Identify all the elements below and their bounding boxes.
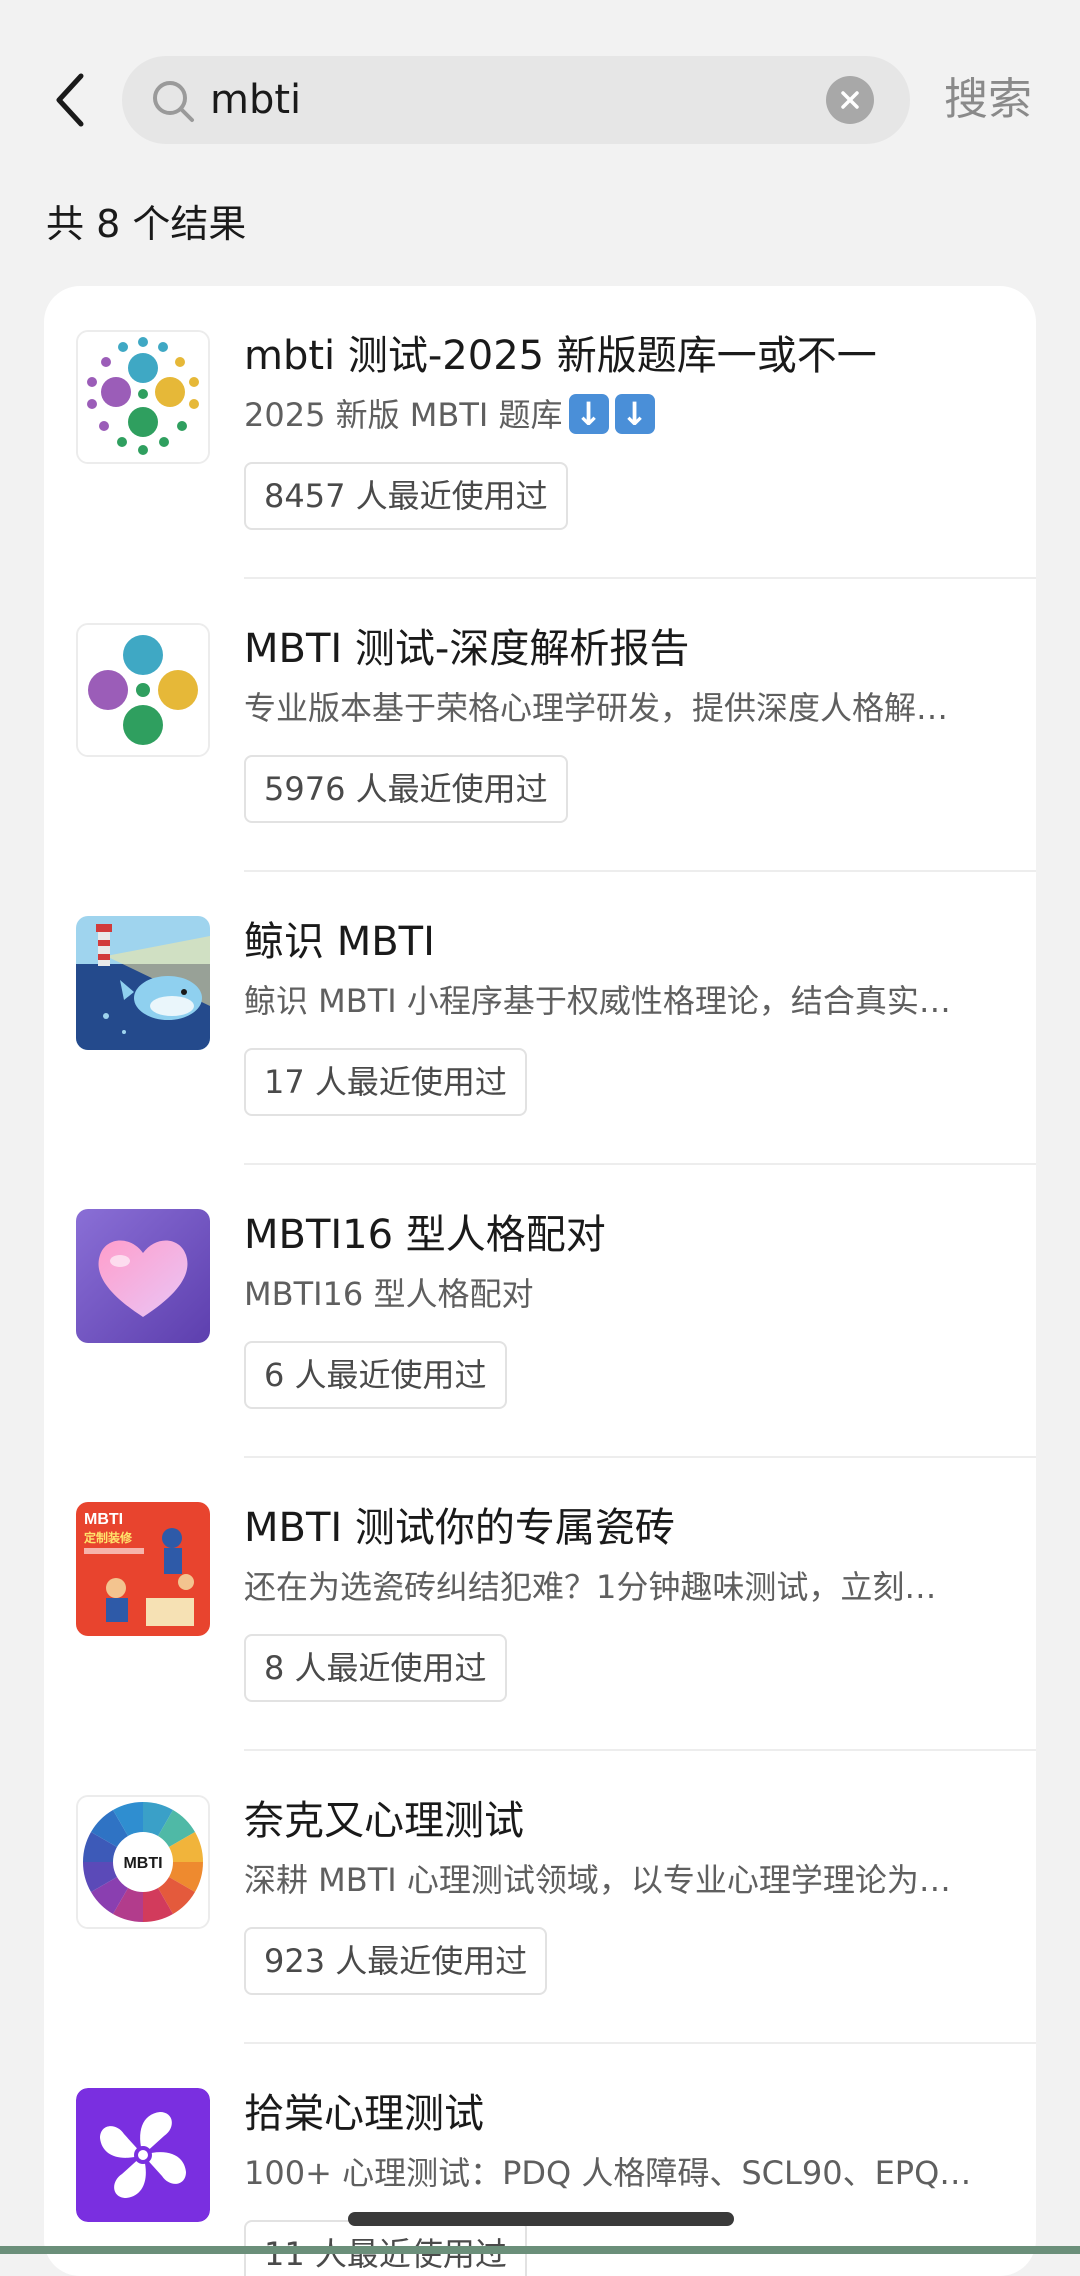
result-description: 深耕 MBTI 心理测试领域，以专业心理学理论为… bbox=[244, 1861, 951, 1899]
four-circles-icon bbox=[76, 623, 210, 757]
list-item[interactable]: 鲸识 MBTI 鲸识 MBTI 小程序基于权威性格理论，结合真实… 17 人最近… bbox=[44, 872, 1036, 1165]
clear-button[interactable] bbox=[826, 76, 874, 124]
search-icon bbox=[153, 81, 194, 122]
down-arrow-icon bbox=[614, 394, 655, 434]
result-title: MBTI16 型人格配对 bbox=[244, 1212, 606, 1258]
search-header: 搜索 bbox=[0, 0, 1080, 200]
results-list: mbti 测试-2025 新版题库一或不一 2025 新版 MBTI 题库 84… bbox=[44, 286, 1036, 2276]
result-title: 拾棠心理测试 bbox=[244, 2091, 484, 2137]
close-icon bbox=[841, 91, 859, 109]
usage-badge: 8457 人最近使用过 bbox=[244, 462, 568, 530]
list-item[interactable]: MBTI16 型人格配对 MBTI16 型人格配对 6 人最近使用过 bbox=[44, 1165, 1036, 1458]
result-title: MBTI 测试你的专属瓷砖 bbox=[244, 1505, 675, 1551]
poster-subtitle: 定制装修 bbox=[84, 1530, 133, 1545]
mbti-wheel-icon: MBTI bbox=[76, 1795, 210, 1929]
result-description: 100+ 心理测试：PDQ 人格障碍、SCL90、EPQ… bbox=[244, 2154, 972, 2192]
colorful-dots-icon bbox=[76, 330, 210, 464]
result-description: 还在为选瓷砖纠结犯难？1分钟趣味测试，立刻… bbox=[244, 1568, 937, 1606]
down-arrow-icon bbox=[568, 394, 609, 434]
result-count: 共 8 个结果 bbox=[46, 202, 247, 246]
pinwheel-icon bbox=[76, 2088, 210, 2222]
usage-badge: 6 人最近使用过 bbox=[244, 1341, 507, 1409]
result-description: 鲸识 MBTI 小程序基于权威性格理论，结合真实… bbox=[244, 982, 951, 1020]
home-indicator[interactable] bbox=[348, 2212, 734, 2226]
whale-lighthouse-icon bbox=[76, 916, 210, 1050]
bottom-edge bbox=[0, 2246, 1080, 2254]
wheel-label: MBTI bbox=[123, 1855, 162, 1872]
usage-badge: 8 人最近使用过 bbox=[244, 1634, 507, 1702]
result-title: MBTI 测试-深度解析报告 bbox=[244, 626, 690, 672]
usage-badge: 5976 人最近使用过 bbox=[244, 755, 568, 823]
search-bar[interactable] bbox=[122, 56, 910, 144]
usage-badge: 17 人最近使用过 bbox=[244, 1048, 527, 1116]
list-item[interactable]: MBTI 定制装修 MBTI 测试你的专属瓷砖 还在为选瓷砖纠结犯难？1分钟趣味… bbox=[44, 1458, 1036, 1751]
result-title: mbti 测试-2025 新版题库一或不一 bbox=[244, 333, 877, 379]
poster-title: MBTI bbox=[84, 1511, 123, 1528]
list-item[interactable]: 拾棠心理测试 100+ 心理测试：PDQ 人格障碍、SCL90、EPQ… 11 … bbox=[44, 2044, 1036, 2276]
chevron-left-icon bbox=[56, 73, 84, 127]
search-button[interactable]: 搜索 bbox=[944, 70, 1032, 130]
list-item[interactable]: MBTI 测试-深度解析报告 专业版本基于荣格心理学研发，提供深度人格解… 59… bbox=[44, 579, 1036, 872]
list-item[interactable]: MBTI 奈克又心理测试 深耕 MBTI 心理测试领域，以专业心理学理论为… 9… bbox=[44, 1751, 1036, 2044]
result-description: 2025 新版 MBTI 题库 bbox=[244, 392, 1004, 438]
result-description: MBTI16 型人格配对 bbox=[244, 1275, 534, 1313]
heart-icon bbox=[76, 1209, 210, 1343]
result-description: 专业版本基于荣格心理学研发，提供深度人格解… bbox=[244, 689, 949, 727]
tile-poster-icon: MBTI 定制装修 bbox=[76, 1502, 210, 1636]
result-title: 奈克又心理测试 bbox=[244, 1798, 524, 1844]
back-button[interactable] bbox=[40, 60, 100, 140]
usage-badge: 923 人最近使用过 bbox=[244, 1927, 548, 1995]
list-item[interactable]: mbti 测试-2025 新版题库一或不一 2025 新版 MBTI 题库 84… bbox=[44, 286, 1036, 579]
result-title: 鲸识 MBTI bbox=[244, 919, 435, 965]
search-input[interactable] bbox=[210, 56, 770, 144]
